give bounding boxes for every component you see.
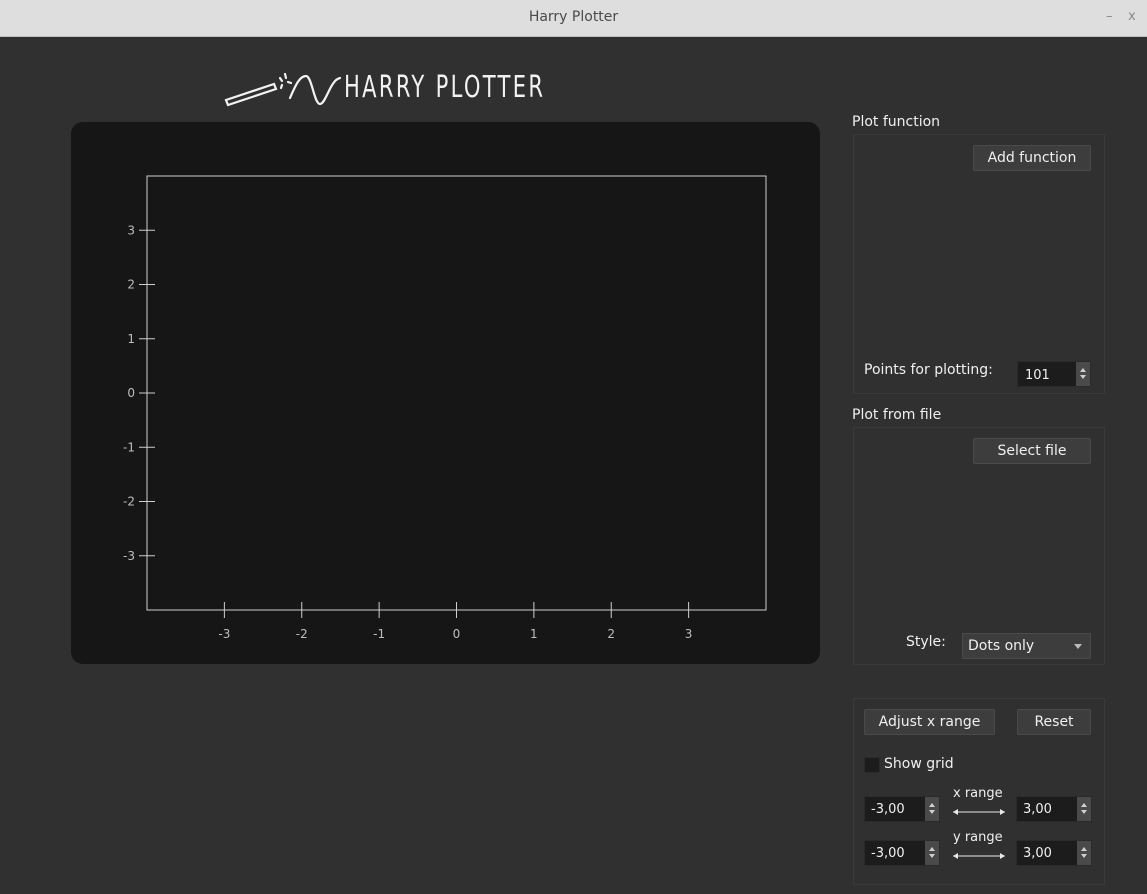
add-function-button[interactable]: Add function [973,145,1091,171]
y-min-value: -3,00 [871,846,905,861]
x-range-label: x range [953,786,1003,801]
window-title: Harry Plotter [528,9,619,25]
y-tick-label: -2 [123,495,135,509]
x-tick-label: -1 [373,627,385,641]
x-tick-label: -2 [296,627,308,641]
y-max-value: 3,00 [1023,846,1052,861]
y-tick-label: -1 [123,440,135,454]
y-max-spinbox[interactable]: 3,00 [1016,840,1092,866]
plot-canvas[interactable]: -3 -2 -1 0 1 2 3 -3 -2 -1 0 1 2 3 [71,122,820,664]
show-grid-checkbox[interactable] [864,757,880,773]
magic-wand-icon [224,72,342,107]
plot-svg: -3 -2 -1 0 1 2 3 -3 -2 -1 0 1 2 3 [123,175,767,641]
y-range-label: y range [953,830,1003,845]
adjust-x-range-button[interactable]: Adjust x range [864,709,995,735]
x-tick-label: 3 [685,627,693,641]
y-min-spinbox[interactable]: -3,00 [864,840,940,866]
points-spinbox[interactable]: 101 [1017,361,1091,387]
select-file-button[interactable]: Select file [973,438,1091,464]
plot-function-title: Plot function [852,114,941,130]
y-tick-label: 3 [127,223,135,237]
y-tick-label: -3 [123,549,135,563]
plot-from-file-title: Plot from file [852,407,942,423]
plot-frame [146,175,767,611]
window-titlebar: Harry Plotter – x [0,0,1147,37]
y-tick-label: 2 [127,278,135,292]
style-select[interactable]: Dots only [962,633,1091,659]
x-tick-label: 0 [453,627,461,641]
x-max-value: 3,00 [1023,802,1052,817]
minimize-button[interactable]: – [1106,9,1113,24]
reset-button[interactable]: Reset [1017,709,1091,735]
x-min-value: -3,00 [871,802,905,817]
logo-text: HARRY PLOTTER [344,70,546,105]
x-tick-label: 1 [530,627,538,641]
x-min-spinbox[interactable]: -3,00 [864,796,940,822]
x-min-stepper-icon[interactable] [925,797,939,821]
points-label: Points for plotting: [864,362,993,378]
chevron-down-icon [1074,644,1082,649]
show-grid-label: Show grid [884,756,954,772]
close-button[interactable]: x [1128,9,1136,24]
style-value: Dots only [968,638,1035,654]
y-tick-label: 1 [127,332,135,346]
x-range-arrow-icon [953,809,1005,815]
x-max-stepper-icon[interactable] [1077,797,1091,821]
x-tick-label: -3 [218,627,230,641]
style-label: Style: [906,634,946,650]
plot-from-file-group: Select file Style: Dots only [853,427,1105,665]
y-tick-label: 0 [127,386,135,400]
y-max-stepper-icon[interactable] [1077,841,1091,865]
points-value: 101 [1025,368,1050,383]
x-tick-label: 2 [607,627,615,641]
x-max-spinbox[interactable]: 3,00 [1016,796,1092,822]
plot-function-group: Add function Points for plotting: 101 [853,134,1105,394]
range-controls-group: Adjust x range Reset Show grid -3,00 x r… [853,698,1105,885]
y-min-stepper-icon[interactable] [925,841,939,865]
points-stepper-icon[interactable] [1076,362,1090,386]
y-range-arrow-icon [953,853,1005,859]
